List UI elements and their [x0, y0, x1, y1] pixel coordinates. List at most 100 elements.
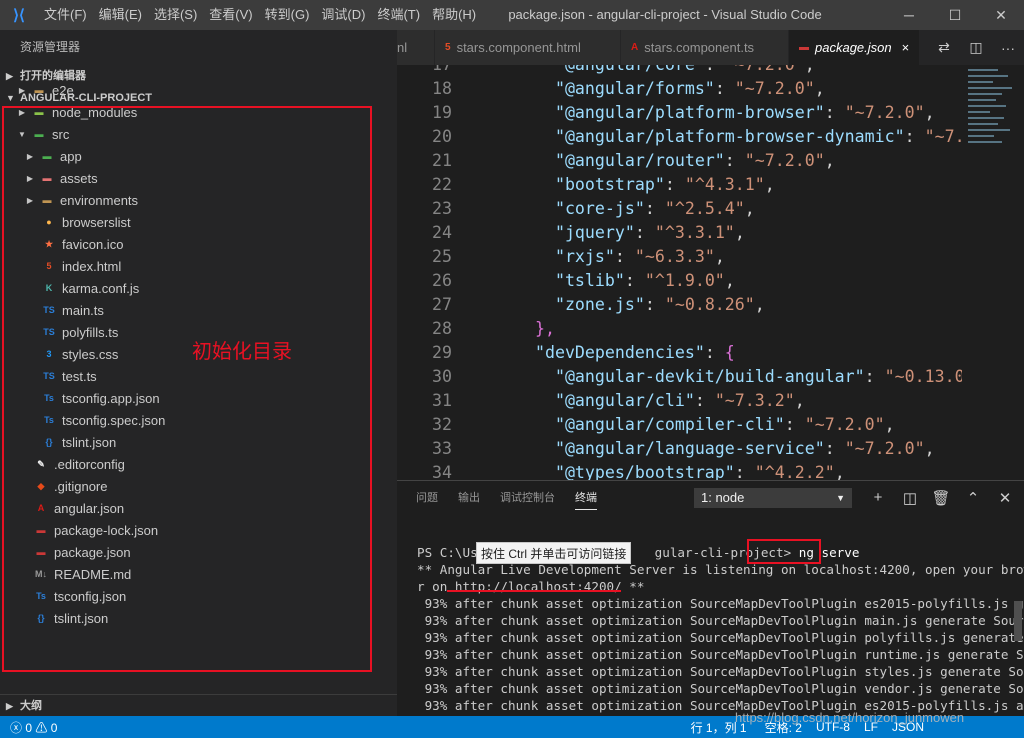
- url-underline: [447, 590, 621, 592]
- terminal-line: 93% after chunk asset optimization Sourc…: [417, 613, 1024, 628]
- panel-tab[interactable]: 问题: [416, 489, 438, 509]
- line-number: 26: [432, 271, 452, 290]
- code-line: 23 "core-js": "^2.5.4",: [397, 197, 962, 221]
- tab-nl[interactable]: nl: [397, 30, 435, 65]
- json-value: "~7.2.0": [924, 127, 962, 146]
- title-bar: ⟩⟨ 文件(F) 编辑(E) 选择(S) 查看(V) 转到(G) 调试(D) 终端(T) 帮助…: [0, 0, 1024, 30]
- code-line: 18 "@angular/forms": "~7.2.0",: [397, 77, 962, 101]
- window-title: package.json - angular-cli-project - Vis…: [508, 7, 822, 22]
- vscode-logo-icon: ⟩⟨: [13, 7, 25, 24]
- line-number: 19: [432, 103, 452, 122]
- tab-stars-component-ts[interactable]: Astars.component.ts: [621, 30, 789, 65]
- split-editor-icon[interactable]: ◫: [960, 39, 992, 56]
- split-terminal-icon[interactable]: ◫: [900, 489, 920, 507]
- json-key: "tslib": [554, 271, 625, 290]
- menu-item[interactable]: 编辑(E): [93, 0, 148, 30]
- json-value: "~0.8.26": [664, 295, 755, 314]
- json-key: "@angular/forms": [554, 79, 715, 98]
- chevron-right-icon: ▶: [6, 701, 13, 711]
- menu-item[interactable]: 帮助(H): [426, 0, 482, 30]
- json-key: "devDependencies": [534, 343, 705, 362]
- terminal-line: r on http://localhost:4200/ **: [417, 579, 645, 594]
- command-highlight-box: [747, 539, 821, 564]
- minimap[interactable]: [962, 65, 1024, 480]
- tab-package-json[interactable]: ▬ package.json ×: [789, 30, 921, 65]
- json-key: "@angular/core": [555, 65, 705, 74]
- code-line: 21 "@angular/router": "~7.2.0",: [397, 149, 962, 173]
- new-terminal-icon[interactable]: +: [868, 489, 888, 506]
- close-window-icon[interactable]: ✕: [978, 0, 1024, 30]
- code-line: 17 "@angular/core": "~7.2.0",: [397, 65, 962, 77]
- menu-item[interactable]: 查看(V): [203, 0, 258, 30]
- menu-item[interactable]: 选择(S): [148, 0, 203, 30]
- tab-label: stars.component.html: [456, 40, 581, 55]
- link-tooltip: 按住 Ctrl 并单击可访问链接: [476, 542, 632, 564]
- outline-label: 大纲: [20, 700, 42, 712]
- code-line: 20 "@angular/platform-browser-dynamic": …: [397, 125, 962, 149]
- json-value: "~6.3.3": [634, 247, 715, 266]
- minimize-icon[interactable]: ─: [886, 0, 932, 30]
- json-value: "~0.13.0": [884, 367, 962, 386]
- code-line: 24 "jquery": "^3.3.1",: [397, 221, 962, 245]
- json-key: "rxjs": [554, 247, 615, 266]
- code-line: 32 "@angular/compiler-cli": "~7.2.0",: [397, 413, 962, 437]
- code-line: 29 "devDependencies": {: [397, 341, 962, 365]
- maximize-panel-icon[interactable]: ⌃: [963, 489, 983, 507]
- json-brace: {: [724, 343, 735, 362]
- prompt-start: PS C:\Us: [417, 545, 478, 560]
- json-key: "@angular/router": [554, 151, 725, 170]
- line-number: 29: [432, 343, 452, 362]
- code-editor[interactable]: 17 "@angular/core": "~7.2.0",18 "@angula…: [397, 65, 962, 480]
- line-number: 28: [432, 319, 452, 338]
- terminal-line: 93% after chunk asset optimization Sourc…: [417, 647, 1024, 662]
- json-key: "@angular-devkit/build-angular": [554, 367, 865, 386]
- close-panel-icon[interactable]: ✕: [995, 489, 1015, 507]
- json-value: "^4.2.2": [754, 463, 835, 480]
- tab-stars-component-html[interactable]: 5 stars.component.html: [435, 30, 621, 65]
- line-number: 33: [432, 439, 452, 458]
- code-line: 31 "@angular/cli": "~7.3.2",: [397, 389, 962, 413]
- tree-item[interactable]: ▶ ▬ e2e: [16, 79, 74, 101]
- line-number: 20: [432, 127, 452, 146]
- panel-tab[interactable]: 调试控制台: [500, 489, 555, 509]
- code-text: },: [534, 319, 555, 338]
- json-key: "zone.js": [554, 295, 645, 314]
- more-actions-icon[interactable]: ···: [992, 40, 1024, 56]
- terminal-scrollbar[interactable]: [1014, 601, 1022, 641]
- json-value: "~7.2.0": [844, 103, 925, 122]
- errors-indicator[interactable]: ⓧ 0 ⚠ 0: [10, 719, 57, 736]
- html-icon: 5: [445, 42, 451, 53]
- highlight-box: [2, 106, 372, 672]
- json-value: "~7.2.0": [734, 79, 815, 98]
- json-key: "core-js": [554, 199, 645, 218]
- outline-section[interactable]: ▶ 大纲: [0, 694, 397, 716]
- panel-tab[interactable]: 输出: [458, 489, 480, 509]
- menu-item[interactable]: 转到(G): [259, 0, 316, 30]
- json-value: "~7.2.0": [844, 439, 925, 458]
- tab-label: package.json: [815, 40, 892, 55]
- terminal-select[interactable]: 1: node ▼: [694, 488, 852, 508]
- panel-tab[interactable]: 终端: [575, 489, 597, 510]
- npm-icon: ▬: [799, 42, 809, 53]
- tree-item-label: e2e: [52, 82, 74, 98]
- folder-icon: ▬: [34, 85, 44, 95]
- json-value: "^3.3.1": [654, 223, 735, 242]
- code-line: 25 "rxjs": "~6.3.3",: [397, 245, 962, 269]
- close-tab-icon[interactable]: ×: [902, 40, 910, 55]
- code-line: 19 "@angular/platform-browser": "~7.2.0"…: [397, 101, 962, 125]
- maximize-icon[interactable]: ☐: [932, 0, 978, 30]
- json-key: "@angular/compiler-cli": [554, 415, 785, 434]
- line-number: 23: [432, 199, 452, 218]
- compare-icon[interactable]: ⇄: [928, 39, 960, 56]
- line-number: 30: [432, 367, 452, 386]
- json-value: "^2.5.4": [664, 199, 745, 218]
- menu-item[interactable]: 调试(D): [315, 0, 371, 30]
- line-number: 21: [432, 151, 452, 170]
- warning-count: 0: [50, 720, 58, 735]
- menu-item[interactable]: 终端(T): [371, 0, 426, 30]
- tab-label: stars.component.ts: [644, 40, 755, 55]
- code-line: 30 "@angular-devkit/build-angular": "~0.…: [397, 365, 962, 389]
- trash-icon[interactable]: 🗑: [931, 489, 951, 507]
- watermark: https://blog.csdn.net/horizon_junmowen: [735, 710, 965, 725]
- menu-item[interactable]: 文件(F): [38, 0, 93, 30]
